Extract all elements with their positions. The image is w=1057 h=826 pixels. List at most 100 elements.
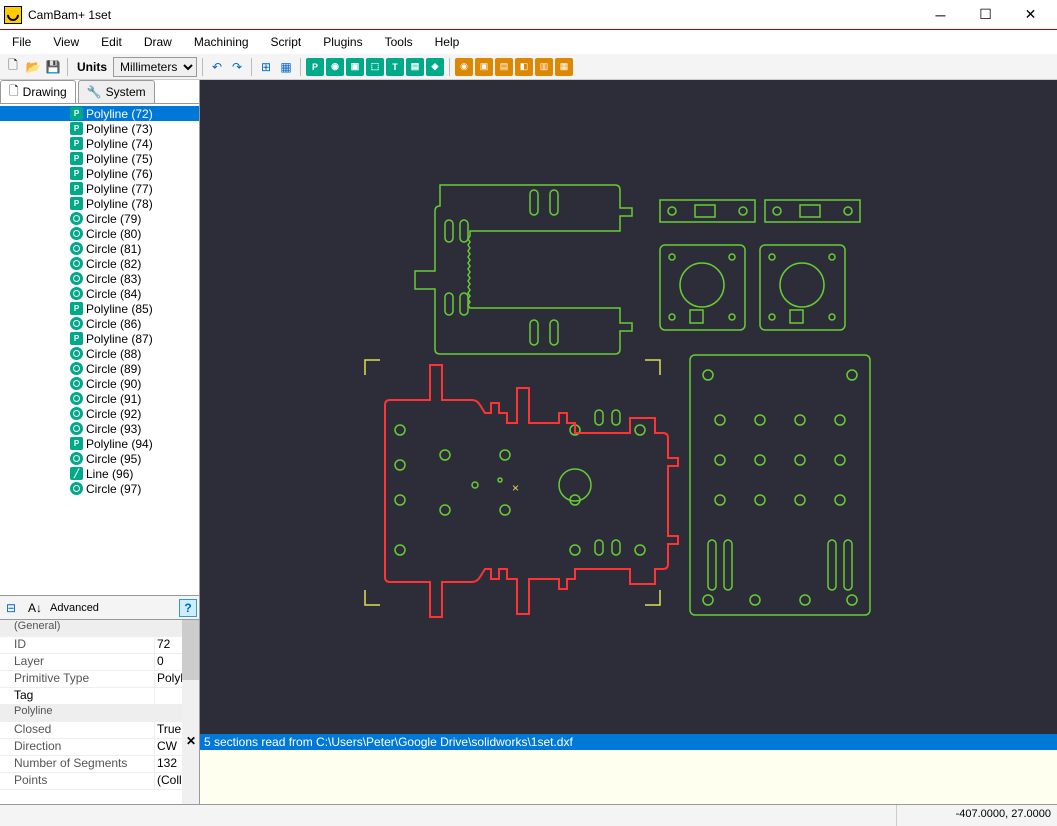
save-file-icon[interactable]: 💾 [44,58,62,76]
close-msg-icon[interactable]: ✕ [186,734,196,748]
text-icon[interactable]: T [386,58,404,76]
statusbar: -407.0000, 27.0000 [0,804,1057,826]
mop4-icon[interactable]: ◧ [515,58,533,76]
lathe-icon[interactable]: ◈ [426,58,444,76]
undo-icon[interactable]: ↶ [208,58,226,76]
mop1-icon[interactable]: ◉ [455,58,473,76]
polyline-icon: P [70,122,83,135]
tab-drawing[interactable]: 🗋Drawing [0,80,76,103]
tree-item[interactable]: Circle (86) [0,316,199,331]
tree-item[interactable]: PPolyline (78) [0,196,199,211]
drawing-canvas[interactable]: × [200,80,1057,734]
menu-machining[interactable]: Machining [190,33,253,51]
tree-item[interactable]: PPolyline (94) [0,436,199,451]
tree-item-label: Circle (95) [86,452,141,466]
left-panel: 🗋Drawing 🔧System PPolyline (72)PPolyline… [0,80,200,804]
menu-edit[interactable]: Edit [97,33,126,51]
tree-item[interactable]: PPolyline (72) [0,106,199,121]
3d-icon[interactable]: ▤ [406,58,424,76]
grid2-icon[interactable]: ▦ [277,58,295,76]
sort-icon[interactable]: A↓ [26,599,44,617]
tree-item-label: Circle (93) [86,422,141,436]
output-area [200,750,1057,804]
separator [202,58,203,76]
polyline-icon: P [70,302,83,315]
separator [251,58,252,76]
tree-item[interactable]: Circle (83) [0,271,199,286]
tree-item[interactable]: Circle (82) [0,256,199,271]
property-grid[interactable]: (General) ID72 Layer0 Primitive TypePoly… [0,619,199,804]
polyline-icon: P [70,197,83,210]
drill-icon[interactable]: ⬚ [366,58,384,76]
new-file-icon[interactable]: 🗋 [4,58,22,76]
prop-row: Number of Segments132 [0,756,199,773]
circle-icon [70,257,83,270]
prop-row: Tag [0,688,199,705]
tree-item[interactable]: PPolyline (76) [0,166,199,181]
engrave-icon[interactable]: ▣ [346,58,364,76]
tree-item[interactable]: ╱Line (96) [0,466,199,481]
tree-item[interactable]: PPolyline (85) [0,301,199,316]
mop6-icon[interactable]: ▦ [555,58,573,76]
grid-icon[interactable]: ⊞ [257,58,275,76]
redo-icon[interactable]: ↷ [228,58,246,76]
tree-item[interactable]: Circle (81) [0,241,199,256]
menu-script[interactable]: Script [267,33,306,51]
tree-item[interactable]: Circle (92) [0,406,199,421]
tree-item-label: Circle (92) [86,407,141,421]
mop5-icon[interactable]: ▥ [535,58,553,76]
tree-item[interactable]: PPolyline (77) [0,181,199,196]
units-select[interactable]: Millimeters [113,57,197,77]
categorize-icon[interactable]: ⊟ [2,599,20,617]
profile-icon[interactable]: P [306,58,324,76]
toolbar: 🗋 📂 💾 Units Millimeters ↶ ↷ ⊞ ▦ P ◉ ▣ ⬚ … [0,54,1057,80]
menu-view[interactable]: View [49,33,83,51]
tree-item-label: Circle (83) [86,272,141,286]
minimize-button[interactable]: ─ [918,0,963,29]
tree-item[interactable]: Circle (88) [0,346,199,361]
advanced-label[interactable]: Advanced [50,602,99,614]
tree-item[interactable]: Circle (95) [0,451,199,466]
svg-text:×: × [512,481,519,495]
tree-item-label: Circle (80) [86,227,141,241]
tree-item[interactable]: Circle (79) [0,211,199,226]
prop-scrollbar[interactable] [182,620,199,804]
tree-item[interactable]: Circle (80) [0,226,199,241]
tree-item[interactable]: Circle (91) [0,391,199,406]
menu-plugins[interactable]: Plugins [319,33,366,51]
wrench-icon: 🔧 [87,85,102,99]
tree-item[interactable]: PPolyline (87) [0,331,199,346]
app-icon [4,6,22,24]
tab-system[interactable]: 🔧System [78,80,155,103]
tree-item[interactable]: PPolyline (74) [0,136,199,151]
mop3-icon[interactable]: ▤ [495,58,513,76]
tree-item[interactable]: PPolyline (73) [0,121,199,136]
tree-item[interactable]: PPolyline (75) [0,151,199,166]
help-icon[interactable]: ? [179,599,197,617]
status-message: ✕ 5 sections read from C:\Users\Peter\Go… [200,734,1057,750]
drawing-tree[interactable]: PPolyline (72)PPolyline (73)PPolyline (7… [0,104,199,595]
separator [67,58,68,76]
tree-item[interactable]: Circle (90) [0,376,199,391]
mop2-icon[interactable]: ▣ [475,58,493,76]
circle-icon [70,452,83,465]
menu-file[interactable]: File [8,33,35,51]
open-file-icon[interactable]: 📂 [24,58,42,76]
menu-help[interactable]: Help [431,33,464,51]
tree-item[interactable]: Circle (84) [0,286,199,301]
tree-item-label: Polyline (74) [86,137,153,151]
window-buttons: ─ ☐ ✕ [918,0,1053,29]
circle-icon [70,377,83,390]
tree-item[interactable]: Circle (97) [0,481,199,496]
pocket-icon[interactable]: ◉ [326,58,344,76]
tree-item[interactable]: Circle (89) [0,361,199,376]
tree-item[interactable]: Circle (93) [0,421,199,436]
menu-tools[interactable]: Tools [381,33,417,51]
tree-item-label: Polyline (94) [86,437,153,451]
close-button[interactable]: ✕ [1008,0,1053,29]
maximize-button[interactable]: ☐ [963,0,1008,29]
circle-icon [70,212,83,225]
menu-draw[interactable]: Draw [140,33,176,51]
cursor-coords: -407.0000, 27.0000 [897,805,1057,826]
tree-item-label: Circle (90) [86,377,141,391]
